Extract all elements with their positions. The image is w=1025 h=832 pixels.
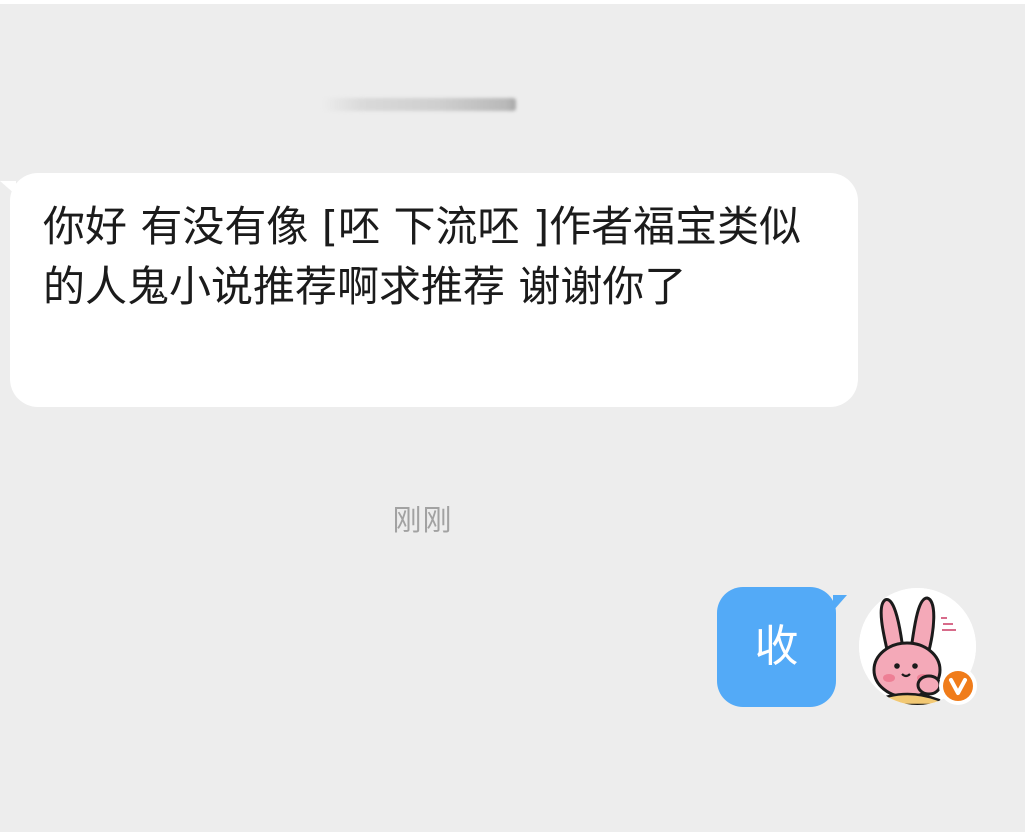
verified-v-badge-icon <box>943 671 973 701</box>
incoming-bubble-tail <box>0 181 16 195</box>
outgoing-message-text: 收 <box>754 621 799 672</box>
blurred-contact-name <box>322 98 516 111</box>
outgoing-bubble-tail <box>833 595 847 611</box>
top-edge <box>0 0 1025 4</box>
incoming-message-bubble[interactable]: 你好 有没有像 [呸 下流呸 ]作者福宝类似的人鬼小说推荐啊求推荐 谢谢你了 <box>0 173 858 407</box>
outgoing-message-bubble[interactable]: 收 <box>717 587 847 707</box>
message-timestamp: 刚刚 <box>392 503 453 537</box>
verified-badge <box>939 667 977 705</box>
incoming-message-text: 你好 有没有像 [呸 下流呸 ]作者福宝类似的人鬼小说推荐啊求推荐 谢谢你了 <box>43 202 802 311</box>
